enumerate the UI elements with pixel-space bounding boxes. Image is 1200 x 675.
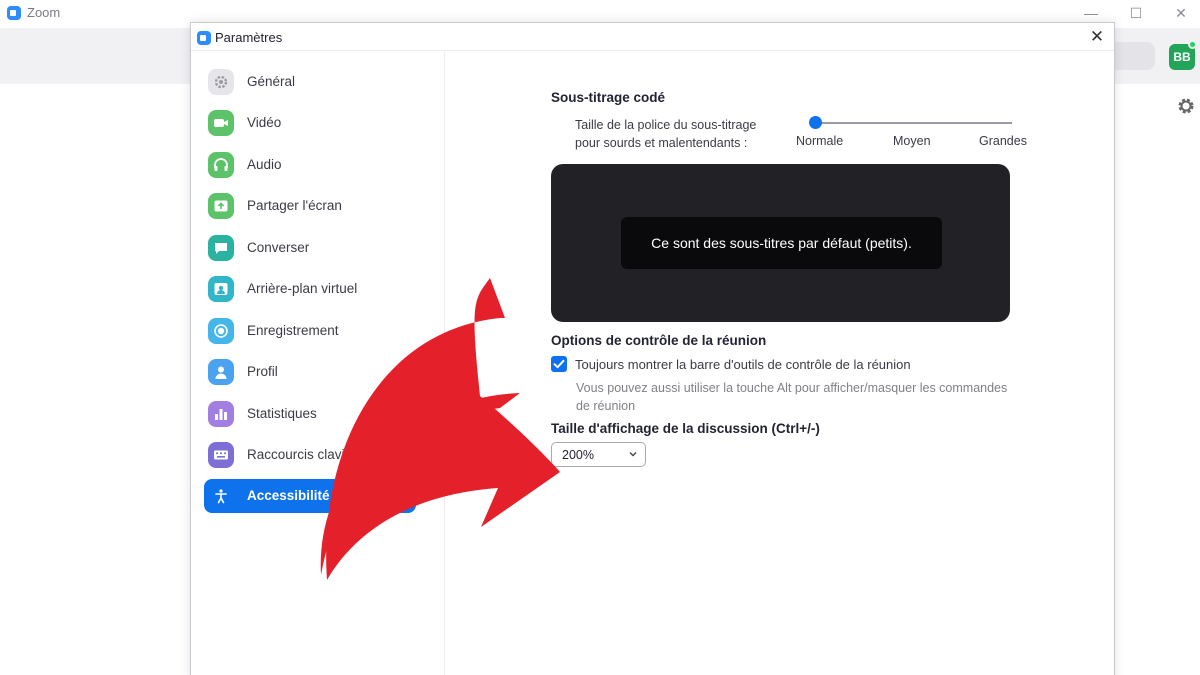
dialog-title: Paramètres <box>215 30 283 45</box>
sidebar-item-label: Enregistrement <box>247 323 339 338</box>
sidebar-item-label: Partager l'écran <box>247 198 342 213</box>
sidebar-item-label: Général <box>247 74 296 89</box>
sidebar-item-audio[interactable]: Audio <box>204 148 416 182</box>
meeting-controls-title: Options de contrôle de la réunion <box>551 333 767 348</box>
settings-sidebar: Général Vidéo Audio Partager l'écran Con… <box>191 52 445 675</box>
sidebar-item-label: Statistiques <box>247 406 317 421</box>
sidebar-item-general[interactable]: Général <box>204 65 416 99</box>
share-screen-icon <box>208 193 234 219</box>
keyboard-icon <box>208 442 234 468</box>
app-title: Zoom <box>27 5 61 20</box>
captions-section-title: Sous-titrage codé <box>551 90 666 105</box>
caption-size-slider-track[interactable] <box>816 122 1012 124</box>
window-close-button[interactable]: ✕ <box>1166 2 1196 24</box>
sidebar-item-keyboard-shortcuts[interactable]: Raccourcis clavier <box>204 438 416 472</box>
sidebar-item-label: Vidéo <box>247 115 282 130</box>
alt-key-hint-line1: Vous pouvez aussi utiliser la touche Alt… <box>576 381 1008 395</box>
sidebar-item-profile[interactable]: Profil <box>204 355 416 389</box>
bar-chart-icon <box>208 401 234 427</box>
accessibility-panel: Sous-titrage codé Taille de la police du… <box>446 52 1114 675</box>
sidebar-item-label: Accessibilité <box>247 488 330 503</box>
sidebar-item-statistics[interactable]: Statistiques <box>204 397 416 431</box>
sidebar-item-share-screen[interactable]: Partager l'écran <box>204 189 416 223</box>
chevron-down-icon <box>629 452 637 457</box>
chat-display-size-value: 200% <box>562 448 594 462</box>
headphones-icon <box>208 152 234 178</box>
sidebar-item-label: Converser <box>247 240 310 255</box>
chat-icon <box>208 235 234 261</box>
zoom-logo-icon <box>7 6 21 20</box>
person-icon <box>208 359 234 385</box>
alt-key-hint-line2: de réunion <box>576 399 636 413</box>
sidebar-item-label: Arrière-plan virtuel <box>247 281 358 296</box>
caption-preview: Ce sont des sous-titres par défaut (peti… <box>551 164 1010 322</box>
chat-display-size-title: Taille d'affichage de la discussion (Ctr… <box>551 421 820 436</box>
minimize-button[interactable]: — <box>1076 2 1106 24</box>
gear-icon <box>208 69 234 95</box>
checkmark-icon <box>553 359 565 369</box>
show-toolbar-checkbox[interactable] <box>551 356 567 372</box>
sidebar-item-video[interactable]: Vidéo <box>204 106 416 140</box>
settings-dialog: Paramètres ✕ Général Vidéo Audio Partage… <box>190 22 1115 675</box>
sidebar-item-accessibility[interactable]: Accessibilité <box>204 479 416 513</box>
camera-icon <box>208 110 234 136</box>
alt-key-hint: Vous pouvez aussi utiliser la touche Alt… <box>576 379 1046 415</box>
slider-option-large: Grandes <box>979 134 1027 148</box>
search-box[interactable] <box>1110 42 1155 70</box>
accessibility-icon <box>208 483 234 509</box>
slider-option-normal: Normale <box>796 134 844 148</box>
close-icon[interactable]: ✕ <box>1087 27 1107 47</box>
sidebar-item-virtual-background[interactable]: Arrière-plan virtuel <box>204 272 416 306</box>
show-toolbar-label[interactable]: Toujours montrer la barre d'outils de co… <box>575 357 911 372</box>
chat-display-size-select[interactable]: 200% <box>551 442 646 467</box>
dialog-titlebar: Paramètres ✕ <box>191 23 1114 51</box>
sidebar-item-label: Audio <box>247 157 282 172</box>
zoom-logo-icon <box>197 31 211 45</box>
sidebar-item-label: Profil <box>247 364 278 379</box>
person-background-icon <box>208 276 234 302</box>
caption-preview-text: Ce sont des sous-titres par défaut (peti… <box>621 217 942 269</box>
slider-option-medium: Moyen <box>893 134 931 148</box>
caption-size-slider-thumb[interactable] <box>809 116 822 129</box>
sidebar-item-chat[interactable]: Converser <box>204 231 416 265</box>
presence-status-icon <box>1188 40 1197 49</box>
caption-size-label-cont: pour sourds et malentendants : <box>575 136 748 150</box>
maximize-button[interactable]: ☐ <box>1121 2 1151 24</box>
caption-size-label: Taille de la police du sous-titrage <box>575 118 757 132</box>
settings-gear-icon[interactable] <box>1176 96 1196 116</box>
sidebar-item-recording[interactable]: Enregistrement <box>204 314 416 348</box>
record-icon <box>208 318 234 344</box>
sidebar-item-label: Raccourcis clavier <box>247 447 357 462</box>
